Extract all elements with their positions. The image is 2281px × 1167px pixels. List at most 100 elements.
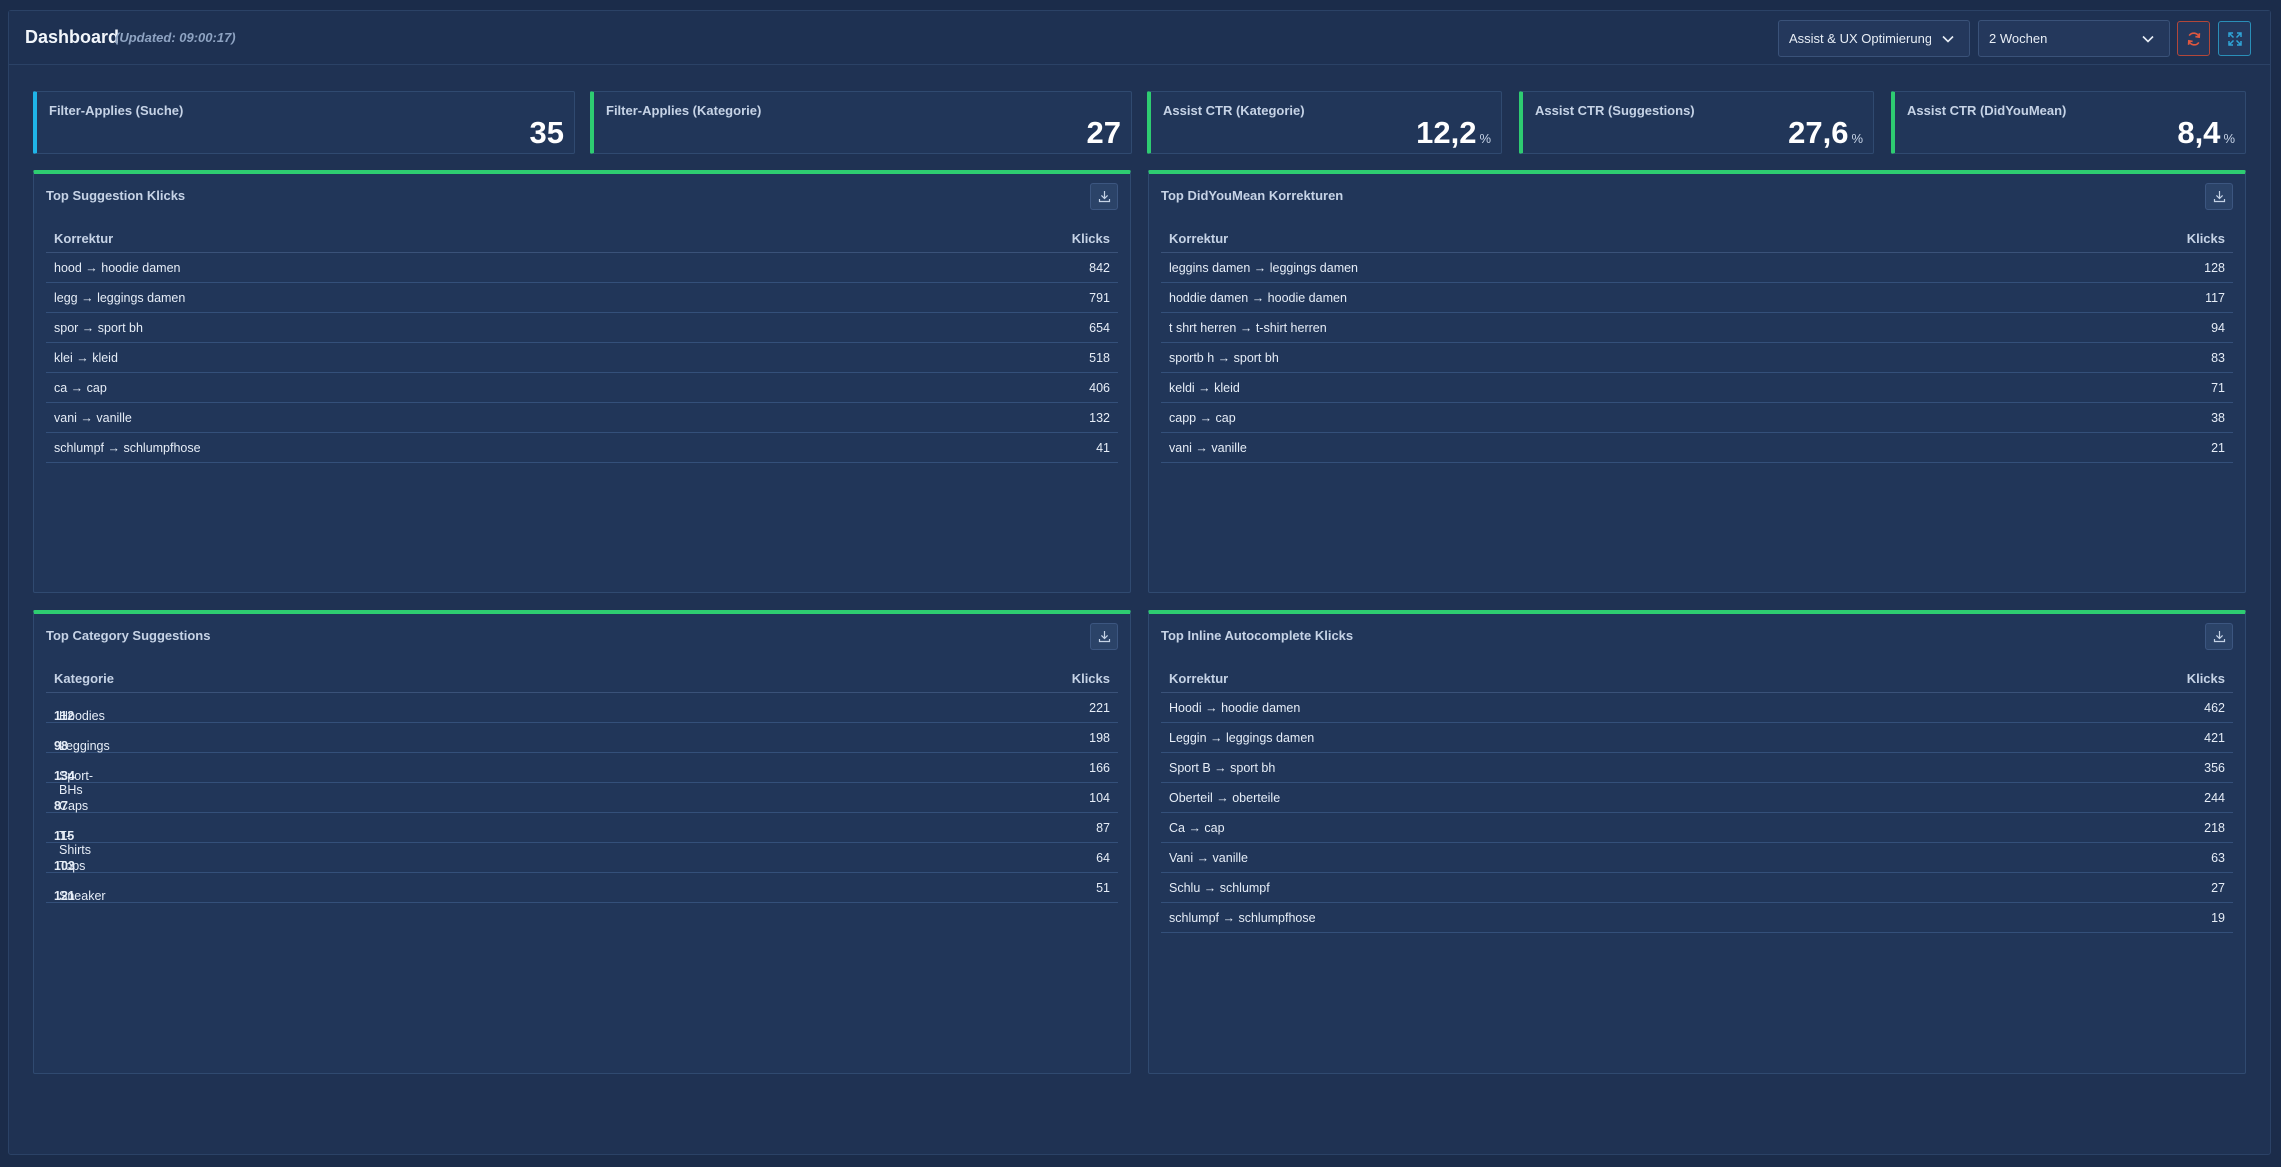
kpi-number: 27 <box>1086 115 1121 150</box>
range-select-value: 2 Wochen <box>1989 31 2048 46</box>
table-row: klei → kleid 518 <box>46 343 1118 373</box>
clicks-cell: 128 <box>2204 261 2225 275</box>
clicks-cell: 421 <box>2204 731 2225 745</box>
download-button[interactable] <box>2205 183 2233 210</box>
clicks-cell: 94 <box>2211 321 2225 335</box>
table-row: 87 Caps 104 <box>46 783 1118 813</box>
table-row: 121 Sneaker 51 <box>46 873 1118 903</box>
fullscreen-icon <box>2228 32 2242 46</box>
column-header: Korrektur <box>1169 671 1229 686</box>
correction-cell: Oberteil → oberteile <box>1169 791 1281 805</box>
table-row: schlumpf → schlumpfhose 41 <box>46 433 1118 463</box>
panel-title: Top DidYouMean Korrekturen <box>1161 188 1344 203</box>
panel-top-category-suggestions: Top Category Suggestions Kategorie Klicks 1… <box>33 610 1131 1074</box>
kpi-filter-applies-suche: Filter-Applies (Suche) 35 <box>33 91 575 154</box>
refresh-icon <box>2187 32 2201 46</box>
range-select[interactable]: 2 Wochen <box>1978 20 2170 57</box>
panel-top-didyoumean-korrekturen: Top DidYouMean Korrekturen Korrektur Klick… <box>1148 170 2246 593</box>
download-button[interactable] <box>1090 183 1118 210</box>
correction-cell: legg → leggings damen <box>54 291 186 305</box>
correction-cell: ca → cap <box>54 381 107 395</box>
table-row: Ca → cap 218 <box>1161 813 2233 843</box>
download-icon <box>1098 631 1111 643</box>
clicks-cell: 791 <box>1089 291 1110 305</box>
clicks-cell: 21 <box>2211 441 2225 455</box>
data-table: Korrektur Klicks leggins damen → leggings … <box>1161 222 2233 463</box>
kpi-value: 27,6% <box>1788 115 1863 151</box>
dashboard-header: Dashboard (Updated: 09:00:17) Assist & U… <box>9 11 2270 65</box>
download-icon <box>2213 631 2226 643</box>
kpi-number: 27,6 <box>1788 115 1849 150</box>
fullscreen-button[interactable] <box>2218 21 2251 56</box>
table-row: Vani → vanille 63 <box>1161 843 2233 873</box>
clicks-cell: 356 <box>2204 761 2225 775</box>
table-row: hood → hoodie damen 842 <box>46 253 1118 283</box>
correction-cell: schlumpf → schlumpfhose <box>54 441 201 455</box>
data-table: Kategorie Klicks 112 Hoodies 221 98 Leggings 19… <box>46 662 1118 903</box>
clicks-cell: 518 <box>1089 351 1110 365</box>
kpi-number: 35 <box>529 115 564 150</box>
column-header: Klicks <box>1071 231 1110 246</box>
chevron-down-icon <box>1942 35 1954 43</box>
column-header: Klicks <box>2186 671 2225 686</box>
panel-top-inline-autocomplete-klicks: Top Inline Autocomplete Klicks Korrektur K… <box>1148 610 2246 1074</box>
download-button[interactable] <box>2205 623 2233 650</box>
kpi-unit: % <box>2223 131 2235 146</box>
correction-cell: vani → vanille <box>54 411 132 425</box>
table-header: Kategorie Klicks <box>46 662 1118 693</box>
updated-timestamp: (Updated: 09:00:17) <box>115 30 236 45</box>
kpi-value: 35 <box>530 115 564 151</box>
clicks-cell: 166 <box>1089 761 1110 775</box>
table-row: t shrt herren → t-shirt herren 94 <box>1161 313 2233 343</box>
clicks-cell: 842 <box>1089 261 1110 275</box>
correction-cell: keldi → kleid <box>1169 381 1240 395</box>
category-name: Caps <box>59 799 89 813</box>
kpi-filter-applies-kategorie: Filter-Applies (Kategorie) 27 <box>590 91 1132 154</box>
table-row: legg → leggings damen 791 <box>46 283 1118 313</box>
correction-cell: capp → cap <box>1169 411 1236 425</box>
kpi-number: 8,4 <box>2177 115 2221 150</box>
table-row: Sport B → sport bh 356 <box>1161 753 2233 783</box>
panel-top-suggestion-klicks: Top Suggestion Klicks Korrektur Klicks hood… <box>33 170 1131 593</box>
correction-cell: vani → vanille <box>1169 441 1247 455</box>
category-name: Leggings <box>59 739 110 753</box>
panel-title: Top Inline Autocomplete Klicks <box>1161 628 1354 643</box>
category-name: Tops <box>59 859 86 873</box>
column-header: Klicks <box>2186 231 2225 246</box>
table-row: capp → cap 38 <box>1161 403 2233 433</box>
view-select[interactable]: Assist & UX Optimierung <box>1778 20 1970 57</box>
kpi-unit: % <box>1851 131 1863 146</box>
kpi-label: Filter-Applies (Kategorie) <box>606 103 762 118</box>
correction-cell: Sport B → sport bh <box>1169 761 1276 775</box>
correction-cell: spor → sport bh <box>54 321 143 335</box>
clicks-cell: 132 <box>1089 411 1110 425</box>
clicks-cell: 221 <box>1089 701 1110 715</box>
table-row: Schlu → schlumpf 27 <box>1161 873 2233 903</box>
data-table: Korrektur Klicks hood → hoodie damen 842 leg… <box>46 222 1118 463</box>
download-button[interactable] <box>1090 623 1118 650</box>
clicks-cell: 19 <box>2211 911 2225 925</box>
clicks-cell: 64 <box>1096 851 1110 865</box>
table-row: keldi → kleid 71 <box>1161 373 2233 403</box>
table-row: schlumpf → schlumpfhose 19 <box>1161 903 2233 933</box>
correction-cell: Schlu → schlumpf <box>1169 881 1270 895</box>
clicks-cell: 462 <box>2204 701 2225 715</box>
table-row: 115 T-Shirts 87 <box>46 813 1118 857</box>
kpi-label: Assist CTR (DidYouMean) <box>1907 103 2067 118</box>
table-row: Oberteil → oberteile 244 <box>1161 783 2233 813</box>
category-name: Hoodies <box>59 709 105 723</box>
table-row: sportb h → sport bh 83 <box>1161 343 2233 373</box>
table-row: spor → sport bh 654 <box>46 313 1118 343</box>
table-row: Hoodi → hoodie damen 462 <box>1161 693 2233 723</box>
kpi-unit: % <box>1479 131 1491 146</box>
clicks-cell: 41 <box>1096 441 1110 455</box>
table-row: 98 Leggings 198 <box>46 723 1118 753</box>
refresh-button[interactable] <box>2177 21 2210 56</box>
column-header: Kategorie <box>54 671 114 686</box>
table-row: 134 Sport-BHs 166 <box>46 753 1118 797</box>
table-row: Leggin → leggings damen 421 <box>1161 723 2233 753</box>
panel-title: Top Category Suggestions <box>46 628 211 643</box>
category-name: Sneaker <box>59 889 106 903</box>
table-row: ca → cap 406 <box>46 373 1118 403</box>
data-table: Korrektur Klicks Hoodi → hoodie damen 462 Le… <box>1161 662 2233 933</box>
